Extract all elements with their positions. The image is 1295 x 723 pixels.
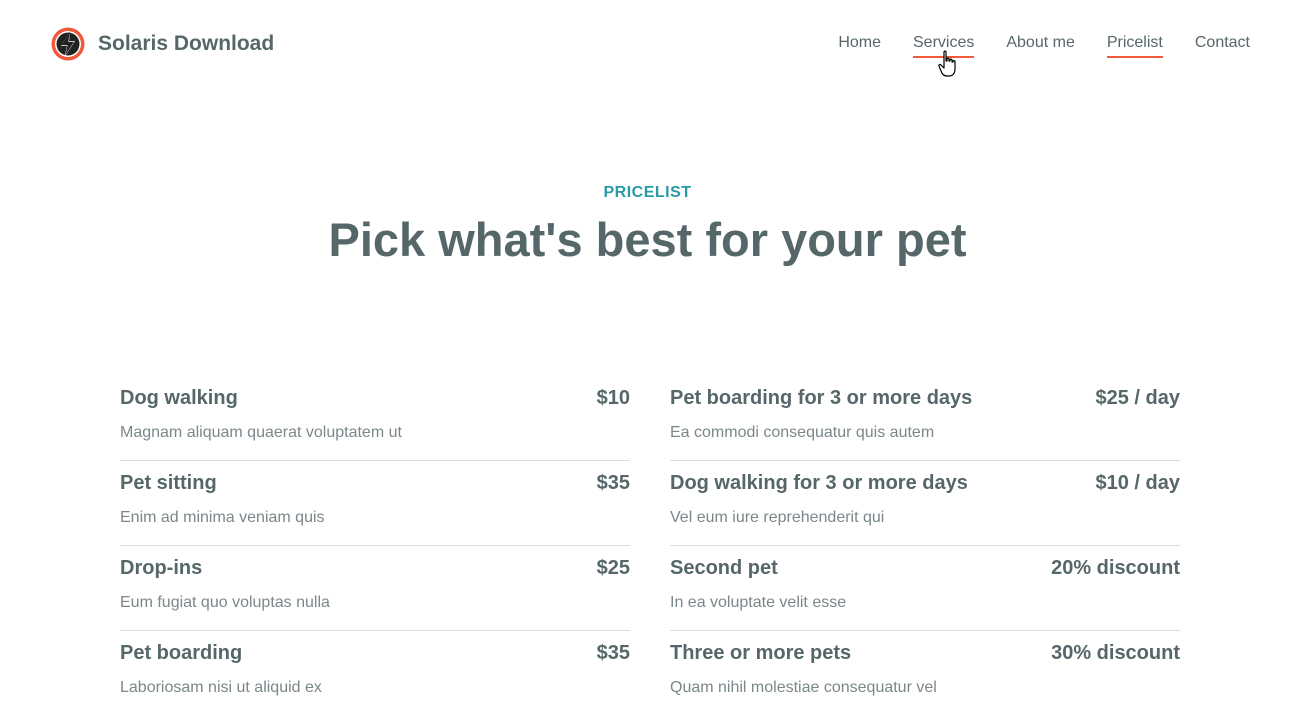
nav-contact[interactable]: Contact [1195,34,1250,58]
nav-pricelist[interactable]: Pricelist [1106,34,1163,58]
item-description: Laboriosam nisi ut aliquid ex [120,679,322,696]
item-name: Three or more pets [670,642,852,664]
item-price: $25 / day [1095,387,1180,409]
site-header: Solaris Download Home Services About me … [0,0,1295,90]
item-description: Eum fugiat quo voluptas nulla [120,594,330,611]
item-description: In ea voluptate velit esse [670,594,847,611]
price-item: Second pet 20% discount In ea voluptate … [670,546,1180,631]
pricelist-right-column: Pet boarding for 3 or more days $25 / da… [670,376,1180,715]
item-name: Dog walking for 3 or more days [670,472,968,494]
item-name: Second pet [670,557,778,579]
price-item: Pet boarding $35 Laboriosam nisi ut aliq… [120,631,630,715]
price-item: Three or more pets 30% discount Quam nih… [670,631,1180,715]
item-name: Dog walking [120,387,238,409]
item-name: Drop-ins [120,557,203,579]
item-price: $35 [596,472,630,494]
page-title: Pick what's best for your pet [328,213,967,266]
item-name: Pet boarding for 3 or more days [670,387,973,409]
item-description: Magnam aliquam quaerat voluptatem ut [120,424,402,441]
item-description: Enim ad minima veniam quis [120,509,325,526]
item-description: Ea commodi consequatur quis autem [670,424,935,441]
pricelist-left-column: Dog walking $10 Magnam aliquam quaerat v… [120,376,630,715]
item-name: Pet boarding [120,642,243,664]
brand-name: Solaris Download [98,32,275,55]
nav-home[interactable]: Home [838,34,881,58]
item-price: $10 / day [1095,472,1180,494]
item-price: 20% discount [1051,557,1180,579]
price-item: Dog walking for 3 or more days $10 / day… [670,461,1180,546]
nav-about-me[interactable]: About me [1006,34,1074,58]
price-item: Pet boarding for 3 or more days $25 / da… [670,376,1180,461]
main-nav: Home Services About me Pricelist Contact [806,34,1250,58]
price-item: Dog walking $10 Magnam aliquam quaerat v… [120,376,630,461]
item-price: 30% discount [1051,642,1180,664]
price-item: Drop-ins $25 Eum fugiat quo voluptas nul… [120,546,630,631]
item-description: Vel eum iure reprehenderit qui [670,509,885,526]
lightning-bolt-icon [51,27,85,61]
item-price: $35 [596,642,630,664]
section-eyebrow: PRICELIST [603,184,692,201]
item-description: Quam nihil molestiae consequatur vel [670,679,937,696]
price-item: Pet sitting $35 Enim ad minima veniam qu… [120,461,630,546]
item-price: $25 [596,557,630,579]
brand[interactable]: Solaris Download [50,26,274,62]
item-price: $10 [596,387,630,409]
hand-pointer-icon [938,50,956,77]
item-name: Pet sitting [120,472,217,494]
